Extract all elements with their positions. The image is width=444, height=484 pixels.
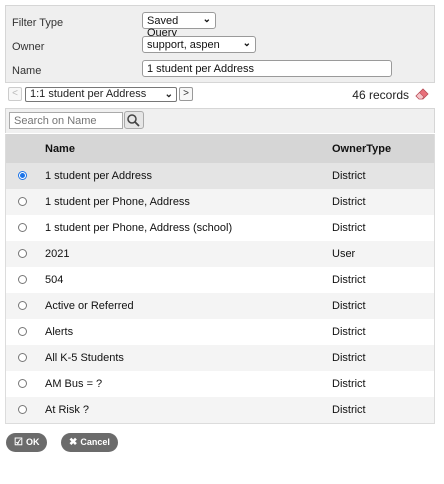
table-row[interactable]: 504 District	[6, 267, 434, 293]
row-name: Active or Referred	[45, 300, 134, 312]
search-input[interactable]	[9, 112, 123, 129]
cancel-label: Cancel	[80, 437, 110, 447]
table-row[interactable]: All K-5 Students District	[6, 345, 434, 371]
row-name: 1 student per Phone, Address (school)	[45, 222, 233, 234]
owner-label: Owner	[12, 41, 45, 53]
row-owner-type: District	[332, 378, 366, 390]
row-owner-type: District	[332, 170, 366, 182]
row-radio-button[interactable]	[18, 327, 27, 336]
x-icon: ✖	[69, 437, 78, 448]
row-owner-type: District	[332, 196, 366, 208]
query-select-value: 1:1 student per Address	[30, 88, 147, 100]
row-name: 1 student per Phone, Address	[45, 196, 190, 208]
row-name: 504	[45, 274, 64, 286]
query-table: Name OwnerType 1 student per Address Dist…	[5, 134, 435, 424]
owner-value: support, aspen	[147, 39, 220, 51]
eraser-icon[interactable]	[415, 88, 429, 100]
filter-panel: Filter Type Saved Query ⌄ Owner support,…	[5, 5, 435, 83]
chevron-down-icon: ⌄	[202, 14, 211, 25]
ok-button[interactable]: ☑ OK	[6, 433, 48, 452]
cancel-button[interactable]: ✖ Cancel	[61, 433, 118, 452]
chevron-down-icon: ⌄	[164, 89, 173, 100]
row-owner-type: User	[332, 248, 356, 260]
table-row[interactable]: AM Bus = ? District	[6, 371, 434, 397]
row-radio-button[interactable]	[18, 301, 27, 310]
filter-type-row: Filter Type Saved Query ⌄	[6, 12, 434, 39]
row-name: 1 student per Address	[45, 170, 153, 182]
filter-type-select[interactable]: Saved Query ⌄	[142, 12, 216, 39]
row-owner-type: District	[332, 352, 366, 364]
row-name: Alerts	[45, 326, 74, 338]
row-name: All K-5 Students	[45, 352, 124, 364]
row-owner-type: District	[332, 326, 366, 338]
row-radio-button[interactable]	[18, 197, 27, 206]
row-owner-type: District	[332, 274, 366, 286]
owner-row: Owner support, aspen ⌄	[6, 36, 434, 58]
search-button[interactable]	[124, 111, 144, 129]
row-name: At Risk ?	[45, 404, 90, 416]
next-button[interactable]: >	[179, 87, 193, 101]
column-header-name[interactable]: Name	[45, 143, 75, 155]
table-row[interactable]: 2021 User	[6, 241, 434, 267]
row-owner-type: District	[332, 222, 366, 234]
row-radio-button[interactable]	[18, 275, 27, 284]
row-name: 2021	[45, 248, 70, 260]
row-owner-type: District	[332, 404, 366, 416]
query-nav-bar: < 1:1 student per Address ⌄ > 46 records	[5, 86, 433, 104]
row-name: AM Bus = ?	[45, 378, 103, 390]
owner-select[interactable]: support, aspen ⌄	[142, 36, 256, 53]
name-field[interactable]: 1 student per Address	[142, 60, 392, 77]
table-header: Name OwnerType	[6, 134, 434, 163]
query-select[interactable]: 1:1 student per Address ⌄	[25, 87, 177, 102]
row-radio-button[interactable]	[18, 379, 27, 388]
table-row[interactable]: 1 student per Address District	[6, 163, 434, 189]
name-label: Name	[12, 65, 42, 77]
row-owner-type: District	[332, 300, 366, 312]
row-radio-button[interactable]	[18, 171, 27, 180]
table-row[interactable]: At Risk ? District	[6, 397, 434, 423]
check-icon: ☑	[14, 437, 23, 448]
search-icon	[127, 114, 140, 127]
row-radio-button[interactable]	[18, 249, 27, 258]
table-row[interactable]: Active or Referred District	[6, 293, 434, 319]
prev-button[interactable]: <	[8, 87, 22, 101]
ok-label: OK	[25, 437, 40, 447]
table-row[interactable]: Alerts District	[6, 319, 434, 345]
search-row	[5, 108, 435, 133]
table-row[interactable]: 1 student per Phone, Address (school) Dis…	[6, 215, 434, 241]
column-header-owner-type[interactable]: OwnerType	[332, 143, 391, 155]
row-radio-button[interactable]	[18, 353, 27, 362]
table-row[interactable]: 1 student per Phone, Address District	[6, 189, 434, 215]
record-count: 46 records	[352, 88, 409, 102]
chevron-down-icon: ⌄	[242, 38, 251, 49]
name-row: Name 1 student per Address	[6, 60, 434, 82]
row-radio-button[interactable]	[18, 405, 27, 414]
row-radio-button[interactable]	[18, 223, 27, 232]
filter-type-label: Filter Type	[12, 17, 64, 29]
